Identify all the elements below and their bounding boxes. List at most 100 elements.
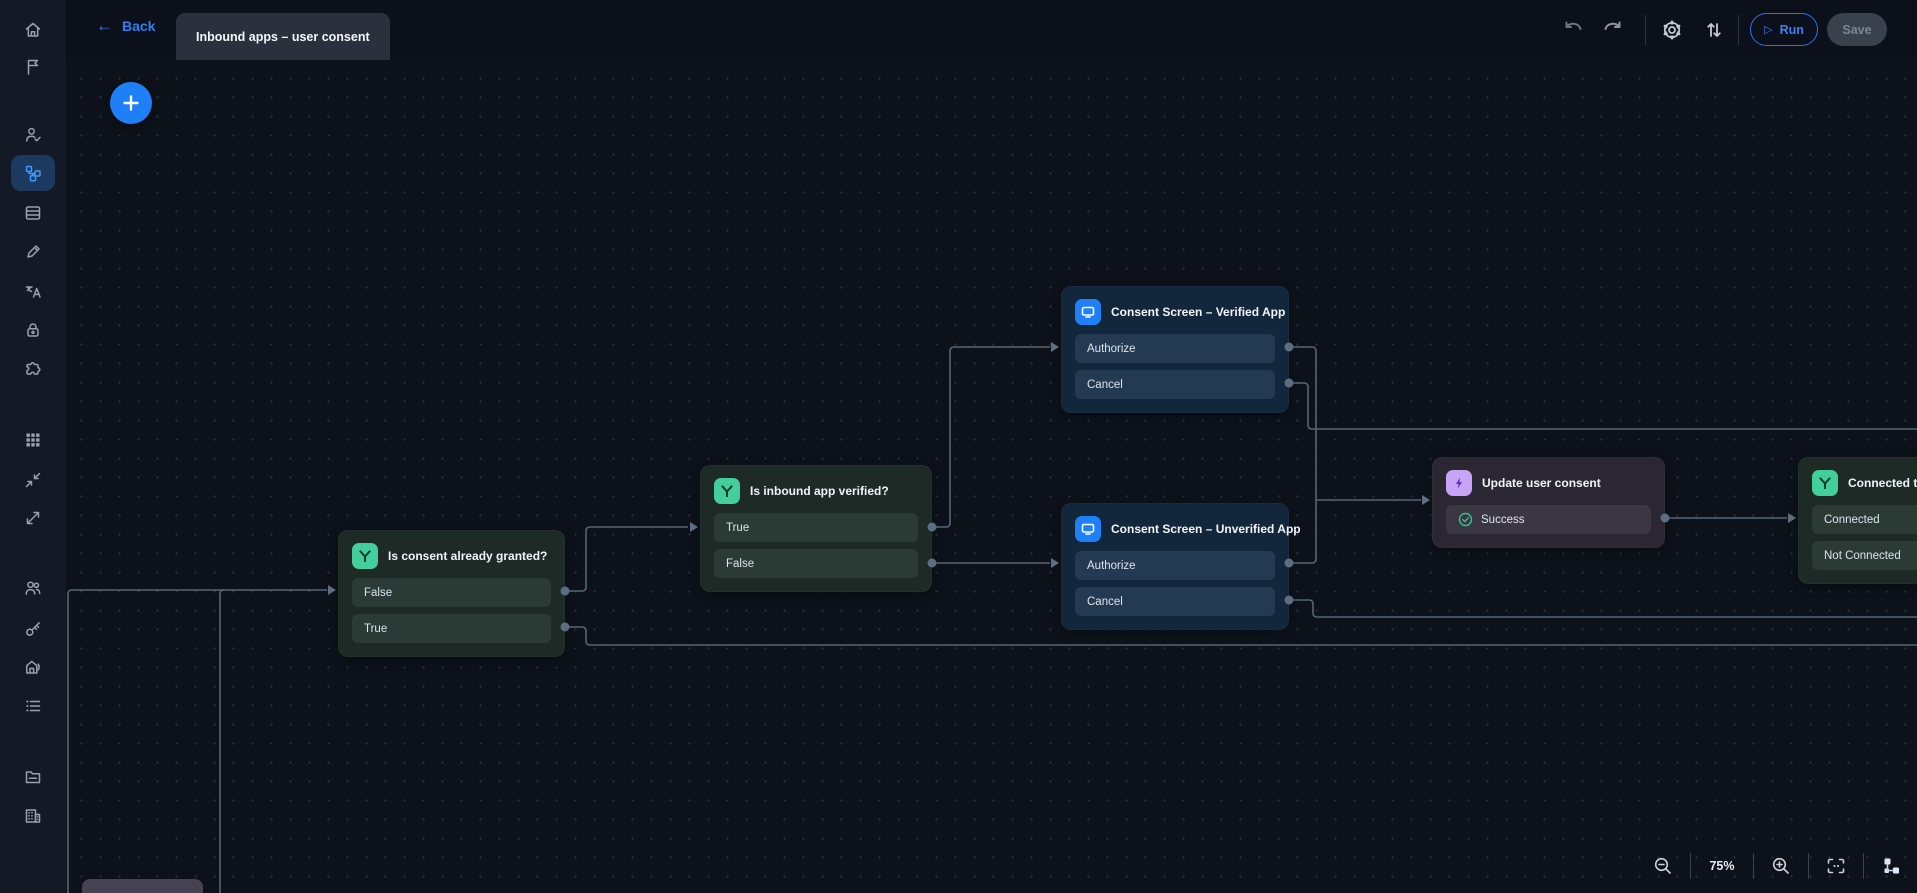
zoom-in-icon[interactable]	[1768, 853, 1794, 879]
node-header: Consent Screen – Verified App	[1075, 299, 1275, 325]
key-icon	[23, 619, 43, 639]
save-button[interactable]: Save	[1827, 13, 1887, 46]
flow-tab[interactable]: Inbound apps – user consent	[176, 13, 390, 60]
sidebar-item-tables[interactable]	[11, 195, 55, 231]
tenant-building-icon	[23, 657, 43, 677]
plus-icon	[121, 93, 141, 113]
screen-icon	[1075, 299, 1101, 325]
node-output-cancel[interactable]: Cancel	[1075, 370, 1275, 399]
node-output-false[interactable]: False	[352, 578, 551, 607]
zoom-level: 75%	[1705, 859, 1739, 873]
back-button[interactable]: ← Back	[96, 17, 155, 34]
home-icon	[23, 20, 43, 40]
node-title: Connected to Go	[1848, 476, 1917, 490]
node-connected-to-go[interactable]: Connected to Go Connected Not Connected	[1798, 457, 1917, 584]
sidebar-item-styles[interactable]	[11, 234, 55, 270]
left-sidebar	[0, 0, 66, 893]
folder-icon	[23, 767, 43, 787]
save-label: Save	[1842, 23, 1871, 37]
divider	[1645, 15, 1646, 45]
divider	[1738, 15, 1739, 45]
fit-view-icon[interactable]	[1823, 853, 1849, 879]
auto-layout-icon[interactable]	[1878, 853, 1904, 879]
run-label: Run	[1780, 23, 1804, 37]
branch-icon	[352, 543, 378, 569]
sidebar-item-project[interactable]	[11, 759, 55, 795]
settings-gear-icon[interactable]	[1655, 13, 1689, 47]
node-output-connected[interactable]: Connected	[1812, 505, 1917, 534]
node-update-user-consent[interactable]: Update user consent Success	[1432, 457, 1665, 548]
node-output-cancel[interactable]: Cancel	[1075, 587, 1275, 616]
node-output-success[interactable]: Success	[1446, 505, 1651, 534]
sidebar-item-audit[interactable]	[11, 688, 55, 724]
table-rows-icon	[23, 203, 43, 223]
node-output-authorize[interactable]: Authorize	[1075, 551, 1275, 580]
puzzle-icon	[23, 359, 43, 379]
expand-arrow-icon	[23, 508, 43, 528]
node-title: Consent Screen – Verified App	[1111, 305, 1285, 319]
sidebar-item-collapse[interactable]	[11, 462, 55, 498]
node-output-true[interactable]: True	[352, 614, 551, 643]
node-title: Is consent already granted?	[388, 549, 547, 563]
sidebar-item-home[interactable]	[11, 12, 55, 48]
redo-icon[interactable]	[1596, 13, 1630, 47]
back-label: Back	[122, 18, 155, 34]
screen-icon	[1075, 516, 1101, 542]
sidebar-item-flows[interactable]	[11, 155, 55, 191]
undo-icon[interactable]	[1556, 13, 1590, 47]
sidebar-item-access-keys[interactable]	[11, 611, 55, 647]
node-header: Connected to Go	[1812, 470, 1917, 496]
flows-icon	[23, 163, 43, 183]
sidebar-item-users[interactable]	[11, 570, 55, 606]
brush-icon	[23, 242, 43, 262]
sidebar-item-user-check[interactable]	[11, 117, 55, 153]
node-header: Is inbound app verified?	[714, 478, 918, 504]
sidebar-item-connectors[interactable]	[11, 351, 55, 387]
lock-icon	[23, 320, 43, 340]
zoom-out-icon[interactable]	[1650, 853, 1676, 879]
success-check-icon	[1458, 512, 1473, 527]
branch-icon	[1812, 470, 1838, 496]
sidebar-item-applications[interactable]	[11, 422, 55, 458]
node-title: Is inbound app verified?	[750, 484, 889, 498]
collapse-arrows-icon	[23, 470, 43, 490]
add-node-button[interactable]	[110, 82, 152, 124]
divider	[1808, 853, 1809, 879]
translate-icon	[23, 281, 43, 301]
users-icon	[23, 578, 43, 598]
sidebar-item-expand[interactable]	[11, 500, 55, 536]
node-consent-screen-verified-app[interactable]: Consent Screen – Verified App Authorize …	[1061, 286, 1289, 413]
node-header: Consent Screen – Unverified App	[1075, 516, 1275, 542]
node-consent-screen-unverified-app[interactable]: Consent Screen – Unverified App Authoriz…	[1061, 503, 1289, 630]
divider	[1753, 853, 1754, 879]
node-output-false[interactable]: False	[714, 549, 918, 578]
node-output-true[interactable]: True	[714, 513, 918, 542]
sidebar-item-localization[interactable]	[11, 273, 55, 309]
sidebar-item-tenants[interactable]	[11, 649, 55, 685]
divider	[1690, 853, 1691, 879]
node-title: Update user consent	[1482, 476, 1601, 490]
zoom-toolbar: 75%	[1650, 845, 1904, 887]
run-button[interactable]: ▷ Run	[1750, 13, 1818, 46]
divider	[1863, 853, 1864, 879]
company-building-icon	[23, 806, 43, 826]
node-is-inbound-app-verified[interactable]: Is inbound app verified? True False	[700, 465, 932, 592]
sidebar-item-flags[interactable]	[11, 49, 55, 85]
node-output-not-connected[interactable]: Not Connected	[1812, 541, 1917, 570]
sort-updown-icon[interactable]	[1697, 13, 1731, 47]
flag-icon	[23, 57, 43, 77]
back-arrow-icon: ←	[96, 17, 113, 34]
top-bar: ← Back Inbound apps – user consent	[0, 0, 1917, 60]
sidebar-item-security[interactable]	[11, 312, 55, 348]
node-header: Update user consent	[1446, 470, 1651, 496]
flow-editor: Is consent already granted? False True I…	[0, 0, 1917, 893]
node-output-authorize[interactable]: Authorize	[1075, 334, 1275, 363]
partial-node-offscreen[interactable]	[82, 879, 203, 893]
row-label: Success	[1481, 514, 1524, 526]
branch-icon	[714, 478, 740, 504]
node-title: Consent Screen – Unverified App	[1111, 522, 1301, 536]
apps-grid-icon	[23, 430, 43, 450]
sidebar-item-company[interactable]	[11, 798, 55, 834]
flow-tab-title: Inbound apps – user consent	[196, 30, 370, 44]
node-is-consent-already-granted[interactable]: Is consent already granted? False True	[338, 530, 565, 657]
